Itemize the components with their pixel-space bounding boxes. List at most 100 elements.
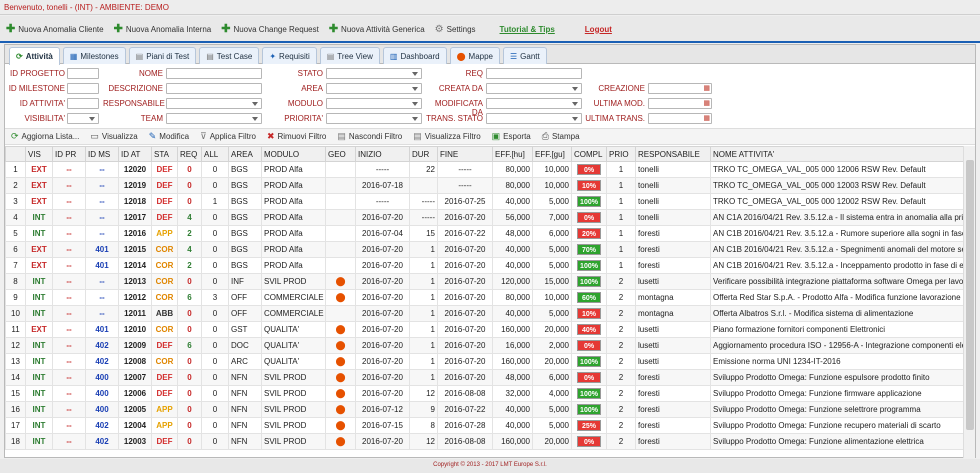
show-filter-button[interactable]: ▤ Visualizza Filtro — [413, 131, 480, 142]
column-header[interactable]: EFF.[hu] — [492, 146, 533, 162]
stato-select[interactable] — [326, 68, 422, 79]
new-internal-anomaly-button[interactable]: ✚ Nuova Anomalia Interna — [114, 24, 212, 35]
table-row[interactable]: 14 INT -- 400 12007 DEF 0 0 NFN SVIL PROD ⬤ 2016-07… — [5, 369, 963, 386]
refresh-list-button[interactable]: ⟳ Aggiorna Lista... — [11, 131, 79, 142]
new-generic-activity-button[interactable]: ✚ Nuova Attività Generica — [329, 24, 425, 35]
new-change-request-button[interactable]: ✚ Nuova Change Request — [221, 24, 319, 35]
tab-gantt[interactable]: ☰ Gantt — [503, 47, 547, 64]
map-pin-icon[interactable]: ⬤ — [335, 372, 345, 382]
table-row[interactable]: 1 EXT -- -- 12020 DEF 0 0 BGS PROD Alfa ----- 22 ---… — [5, 161, 963, 178]
scrollbar-thumb[interactable] — [966, 160, 974, 430]
print-button[interactable]: ⎙ Stampa — [542, 131, 580, 142]
table-row[interactable]: 4 INT -- -- 12017 DEF 4 0 BGS PROD Alfa 2016-07-20… — [5, 209, 963, 226]
descrizione-input[interactable] — [166, 83, 262, 94]
map-pin-icon[interactable]: ⬤ — [335, 436, 345, 446]
map-pin-icon[interactable]: ⬤ — [335, 356, 345, 366]
settings-button[interactable]: ⚙ Settings — [435, 24, 476, 35]
id-milestone-input[interactable] — [67, 83, 99, 94]
column-header[interactable]: ID MS — [85, 146, 119, 162]
column-header[interactable]: COMPL — [571, 146, 607, 162]
table-row[interactable]: 11 EXT -- 401 12010 COR 0 0 GST QUALITA' ⬤ 2016-07-… — [5, 321, 963, 338]
trans-stato-select[interactable] — [486, 113, 582, 124]
table-row[interactable]: 7 EXT -- 401 12014 COR 2 0 BGS PROD Alfa 2016-07-2… — [5, 257, 963, 274]
column-header[interactable]: STA — [151, 146, 178, 162]
area-select[interactable] — [326, 83, 422, 94]
id-progetto-input[interactable] — [67, 68, 99, 79]
column-header[interactable]: MODULO — [261, 146, 326, 162]
table-row[interactable]: 10 INT -- -- 12011 ABB 0 0 OFF COMMERCIALE 2016-07… — [5, 305, 963, 322]
tab-dashboard[interactable]: ▥ Dashboard — [382, 47, 447, 64]
cell-compl: 0% — [571, 433, 607, 450]
column-header[interactable]: FINE — [437, 146, 493, 162]
column-header[interactable]: ID AT — [118, 146, 152, 162]
table-row[interactable]: 6 EXT -- 401 12015 COR 4 0 BGS PROD Alfa 2016-07-2… — [5, 241, 963, 258]
table-row[interactable]: 15 INT -- 400 12006 DEF 0 0 NFN SVIL PROD ⬤ 2016-07… — [5, 385, 963, 402]
map-pin-icon[interactable]: ⬤ — [335, 404, 345, 414]
column-header[interactable]: INIZIO — [355, 146, 410, 162]
team-select[interactable] — [166, 113, 262, 124]
column-header[interactable]: ID PR — [52, 146, 86, 162]
map-pin-icon[interactable]: ⬤ — [335, 292, 345, 302]
edit-button[interactable]: ✎ Modifica — [149, 131, 189, 142]
map-pin-icon[interactable]: ⬤ — [335, 388, 345, 398]
map-pin-icon[interactable]: ⬤ — [335, 420, 345, 430]
column-header[interactable]: RESPONSABILE — [635, 146, 711, 162]
table-row[interactable]: 12 INT -- 402 12009 DEF 6 0 DOC QUALITA' ⬤ 2016-07-… — [5, 337, 963, 354]
map-pin-icon[interactable]: ⬤ — [335, 324, 345, 334]
map-pin-icon[interactable]: ⬤ — [335, 340, 345, 350]
column-header[interactable]: REQ — [177, 146, 202, 162]
column-header[interactable]: AREA — [228, 146, 262, 162]
priorita-select[interactable] — [326, 113, 422, 124]
calendar-icon[interactable]: ▦ — [703, 114, 710, 122]
tab-mappe[interactable]: ⬤ Mappe — [449, 47, 500, 64]
table-row[interactable]: 8 INT -- -- 12013 COR 0 0 INF SVIL PROD ⬤ 2016-07-2… — [5, 273, 963, 290]
column-header[interactable]: EFF.[gu] — [532, 146, 572, 162]
creazione-date-input[interactable]: ▦ — [648, 83, 712, 94]
req-input[interactable] — [486, 68, 582, 79]
creata-da-select[interactable] — [486, 83, 582, 94]
responsabile-select[interactable] — [166, 98, 262, 109]
table-row[interactable]: 2 EXT -- -- 12019 DEF 0 0 BGS PROD Alfa 2016-07-18… — [5, 177, 963, 194]
id-attivita-input[interactable] — [67, 98, 99, 109]
table-row[interactable]: 16 INT -- 400 12005 APP 0 0 NFN SVIL PROD ⬤ 2016-07… — [5, 401, 963, 418]
ultima-mod-date-input[interactable]: ▦ — [648, 98, 712, 109]
table-row[interactable]: 13 INT -- 402 12008 COR 0 0 ARC QUALITA' ⬤ 2016-07-… — [5, 353, 963, 370]
hide-filter-button[interactable]: ▤ Nascondi Filtro — [337, 131, 402, 142]
table-row[interactable]: 9 INT -- -- 12012 COR 6 3 OFF COMMERCIALE ⬤ 2016-07… — [5, 289, 963, 306]
nome-input[interactable] — [166, 68, 262, 79]
column-header[interactable]: NOME ATTIVITA' — [710, 146, 963, 162]
cell-geo: ⬤ — [325, 401, 356, 418]
ultima-trans-date-input[interactable]: ▦ — [648, 113, 712, 124]
calendar-icon[interactable]: ▦ — [703, 99, 710, 107]
column-header[interactable]: PRIO — [606, 146, 636, 162]
table-row[interactable]: 17 INT -- 402 12004 APP 0 0 NFN SVIL PROD ⬤ 2016-07… — [5, 417, 963, 434]
modificata-da-select[interactable] — [486, 98, 582, 109]
remove-filter-button[interactable]: ✖ Rimuovi Filtro — [267, 131, 326, 142]
tab-test-case[interactable]: ▤ Test Case — [199, 47, 260, 64]
column-header[interactable]: VIS — [25, 146, 53, 162]
calendar-icon[interactable]: ▦ — [703, 84, 710, 92]
column-header[interactable]: DUR — [409, 146, 438, 162]
tab-attivit-[interactable]: ⟳ Attività — [9, 47, 60, 65]
cell-compl: 100% — [571, 193, 607, 210]
new-client-anomaly-button[interactable]: ✚ Nuova Anomalia Cliente — [6, 24, 104, 35]
table-row[interactable]: 5 INT -- -- 12016 APP 2 0 BGS PROD Alfa 2016-07-04… — [5, 225, 963, 242]
tab-milestones[interactable]: ▦ Milestones — [62, 47, 126, 64]
apply-filter-button[interactable]: ⊽ Applica Filtro — [200, 131, 256, 142]
export-button[interactable]: ▣ Esporta — [492, 131, 531, 142]
tab-requisiti[interactable]: ✦ Requisiti — [262, 47, 317, 64]
tab-tree-view[interactable]: ▤ Tree View — [319, 47, 380, 64]
tutorial-link[interactable]: Tutorial & Tips — [500, 25, 555, 34]
tab-piani-di-test[interactable]: ▤ Piani di Test — [128, 47, 197, 64]
logout-link[interactable]: Logout — [585, 25, 612, 34]
column-header[interactable]: GEO — [325, 146, 356, 162]
table-row[interactable]: 18 INT -- 402 12003 DEF 0 0 NFN SVIL PROD ⬤ 2016-07… — [5, 433, 963, 450]
column-header[interactable]: ALL — [201, 146, 229, 162]
table-row[interactable]: 3 EXT -- -- 12018 DEF 0 1 BGS PROD Alfa ----- -----… — [5, 193, 963, 210]
modulo-select[interactable] — [326, 98, 422, 109]
visibilita-select[interactable] — [67, 113, 99, 124]
view-button[interactable]: ▭ Visualizza — [90, 131, 137, 142]
map-pin-icon: ⬤ — [456, 51, 466, 61]
map-pin-icon[interactable]: ⬤ — [335, 276, 345, 286]
vertical-scrollbar[interactable] — [963, 146, 975, 458]
